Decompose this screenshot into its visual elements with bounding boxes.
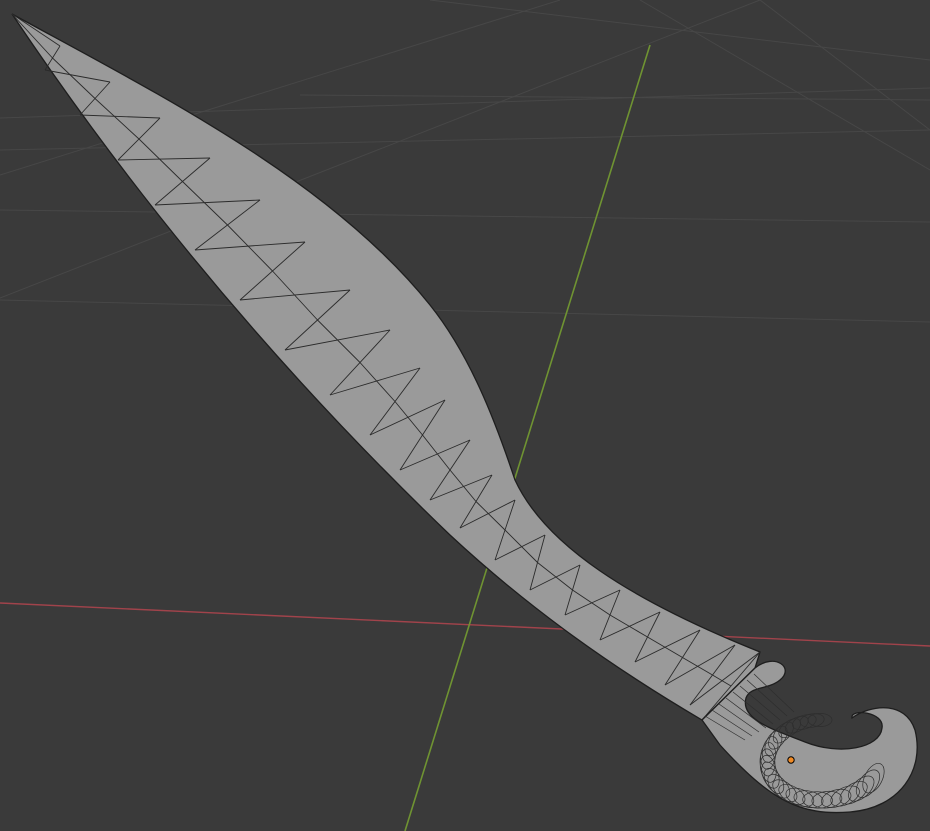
- object-origin: [787, 756, 795, 764]
- 3d-viewport[interactable]: [0, 0, 930, 831]
